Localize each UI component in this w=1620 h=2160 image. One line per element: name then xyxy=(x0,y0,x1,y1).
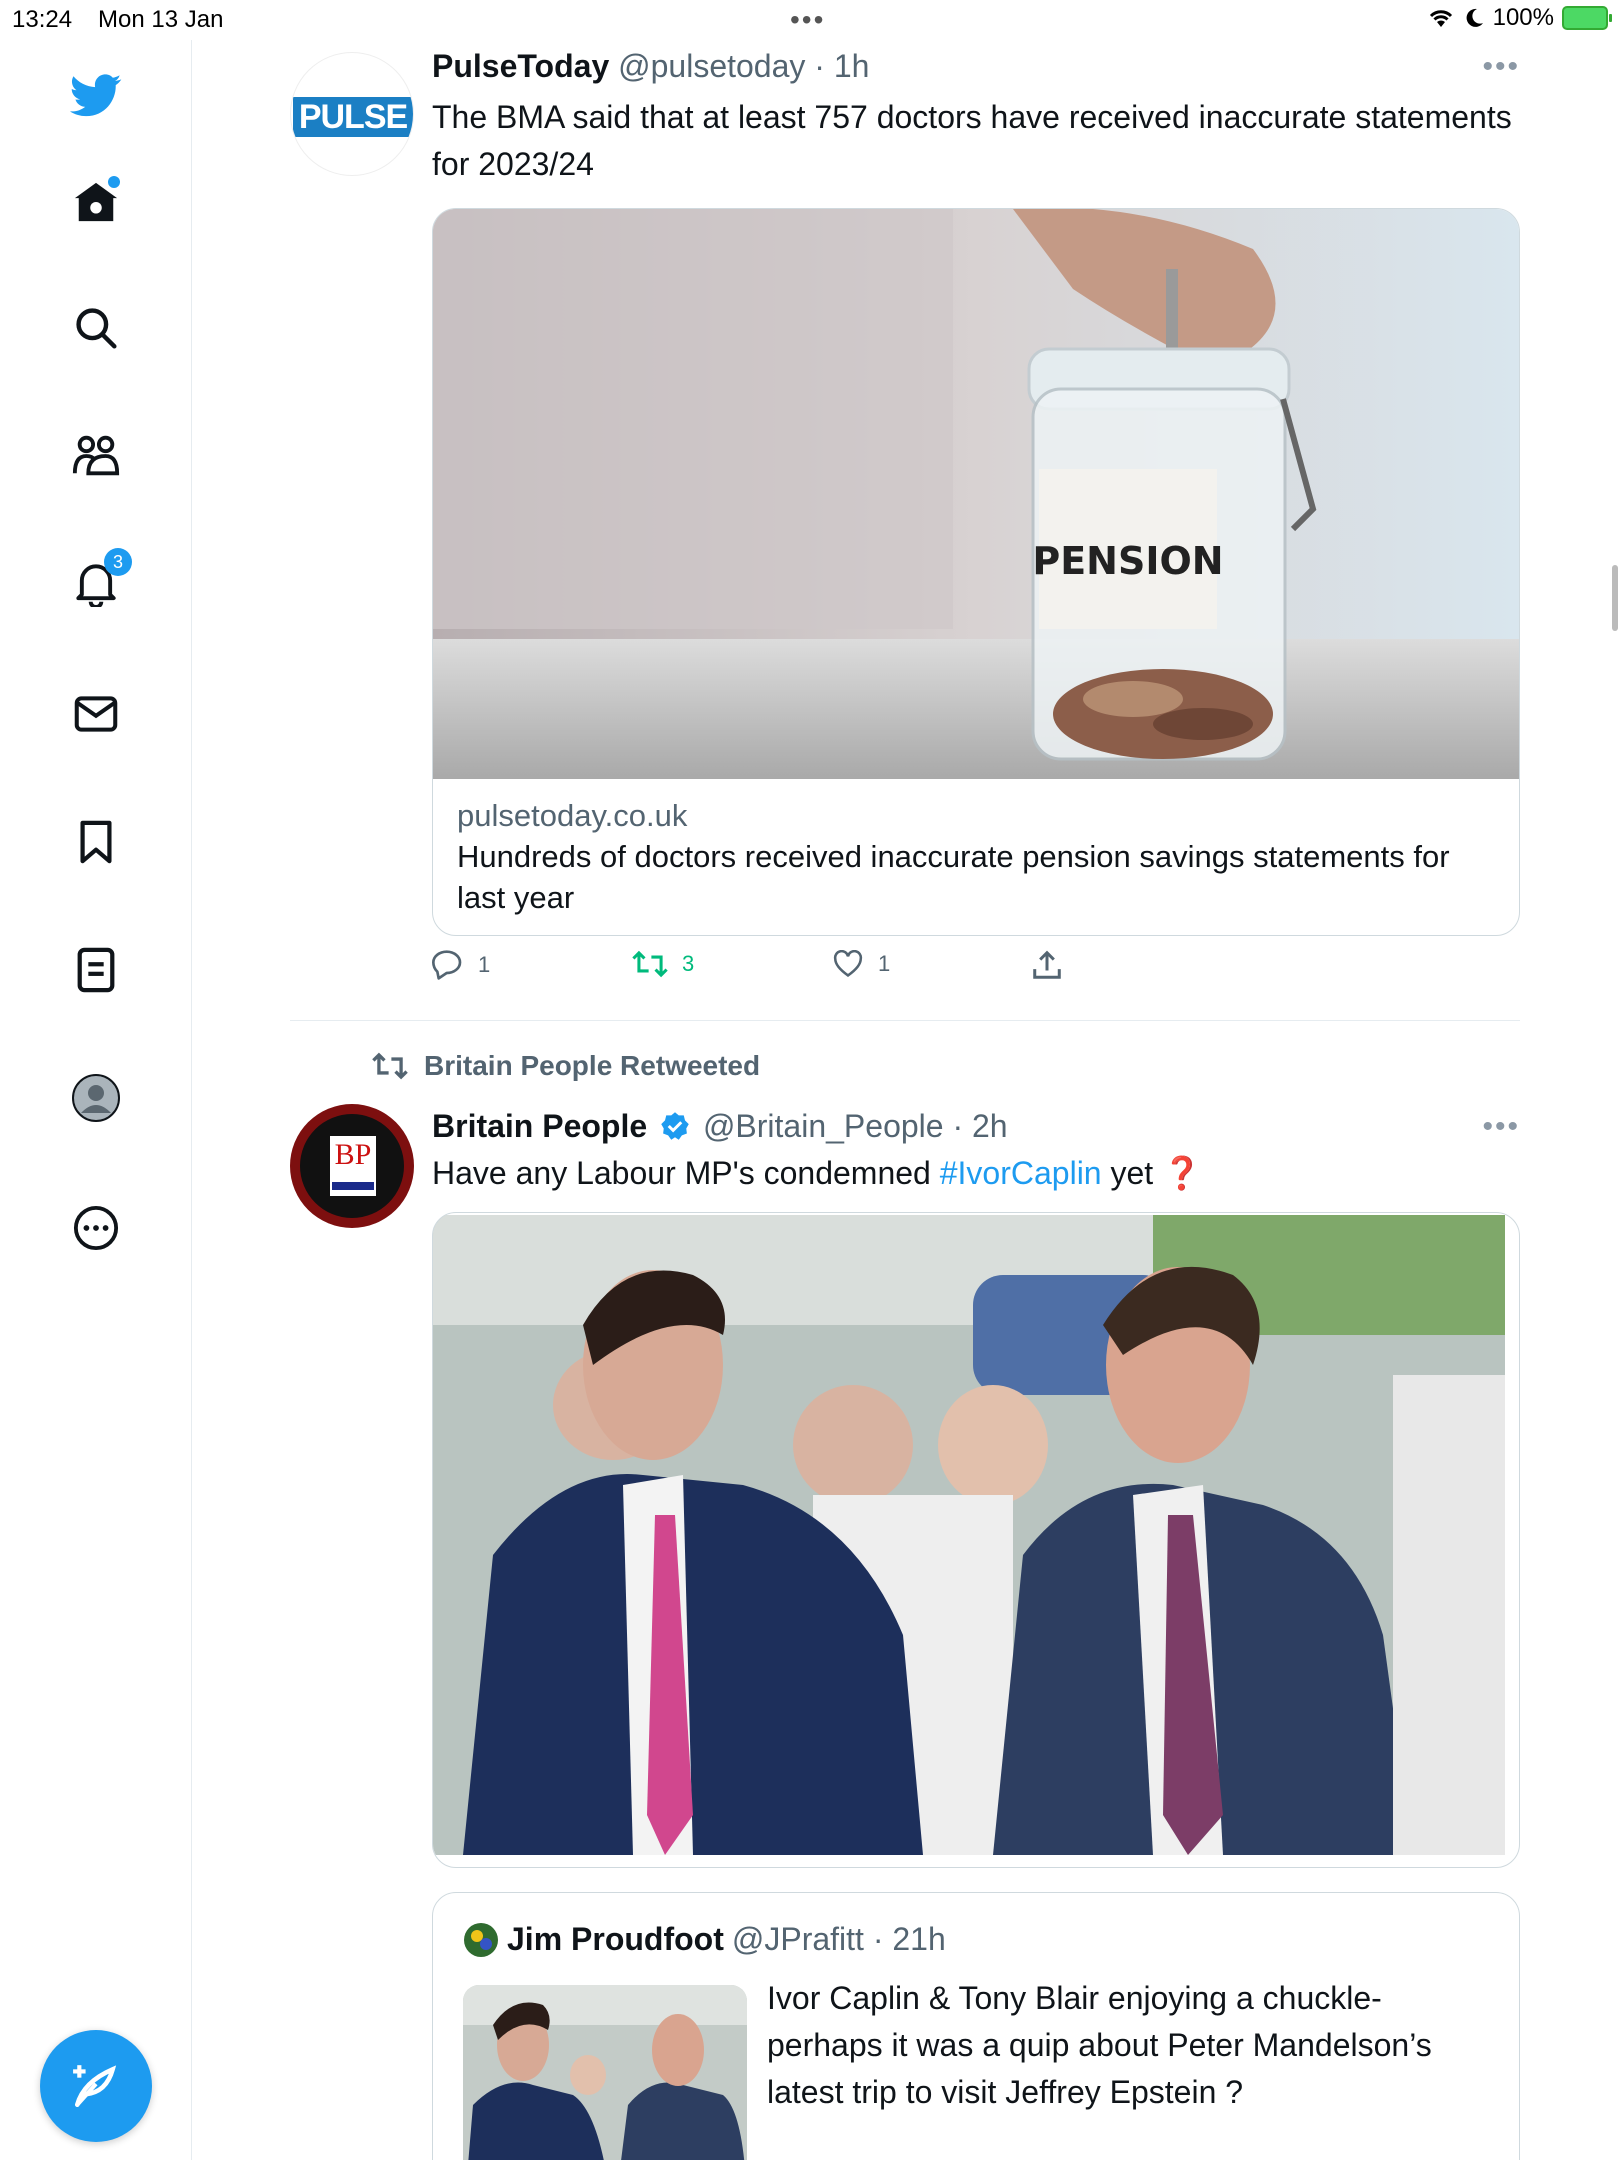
card-domain: pulsetoday.co.uk xyxy=(457,798,688,833)
status-time: 13:24 xyxy=(12,6,73,33)
author-name[interactable]: PulseToday xyxy=(432,48,609,84)
retweeted-by-text[interactable]: Britain People Retweeted xyxy=(424,1050,760,1082)
retweeted-banner: Britain People Retweeted xyxy=(372,1050,760,1082)
link-preview-card[interactable]: PENSION pulsetoday.co.uk Hundreds of doc… xyxy=(432,208,1520,936)
verified-badge-icon xyxy=(661,1112,689,1140)
home-icon[interactable] xyxy=(66,172,126,232)
retweet-count: 3 xyxy=(682,951,695,976)
retweet-icon xyxy=(372,1052,408,1080)
header-separator: · xyxy=(805,48,834,84)
quote-author-handle[interactable]: @JPrafitt · 21h xyxy=(732,1921,946,1958)
card-meta: pulsetoday.co.uk Hundreds of doctors rec… xyxy=(457,795,1497,918)
tweet-text: Have any Labour MP's condemned #IvorCapl… xyxy=(432,1150,1512,1197)
compose-tweet-button[interactable] xyxy=(40,2030,152,2142)
search-icon[interactable] xyxy=(66,298,126,358)
author-handle[interactable]: @Britain_People xyxy=(703,1108,944,1144)
tweet-time[interactable]: 2h xyxy=(972,1108,1008,1144)
tweet-actions: 1 3 1 xyxy=(432,950,1232,994)
quote-thumbnail-image xyxy=(463,1985,747,2160)
tweet-text: The BMA said that at least 757 doctors h… xyxy=(432,99,1512,182)
multitasking-dots-icon[interactable]: ••• xyxy=(790,4,825,36)
quoted-tweet[interactable]: Jim Proudfoot @JPrafitt · 21h Ivor Capli… xyxy=(432,1892,1520,2160)
tweet-more-icon[interactable]: ••• xyxy=(1482,1110,1520,1144)
sidebar: 3 xyxy=(0,40,192,2160)
share-icon xyxy=(1033,950,1061,979)
profile-avatar-icon[interactable] xyxy=(66,1068,126,1128)
lists-icon[interactable] xyxy=(66,940,126,1000)
pension-jar-image: PENSION xyxy=(433,209,1519,779)
quote-author-avatar[interactable] xyxy=(463,1922,499,1958)
tweet-media[interactable] xyxy=(432,1212,1520,1868)
pension-label-text: PENSION xyxy=(1032,539,1223,583)
bp-logo-text: BP xyxy=(334,1138,372,1171)
notifications-badge: 3 xyxy=(104,548,132,576)
retweet-button[interactable]: 3 xyxy=(632,950,694,978)
heart-icon xyxy=(833,950,863,978)
reply-icon xyxy=(432,950,462,980)
quote-header: Jim Proudfoot @JPrafitt · 21h xyxy=(463,1921,946,1958)
quote-text: Ivor Caplin & Tony Blair enjoying a chuc… xyxy=(767,1980,1432,2110)
author-name[interactable]: Britain People xyxy=(432,1108,647,1144)
notifications-icon[interactable]: 3 xyxy=(66,548,132,614)
status-bar: 13:24 Mon 13 Jan ••• 100% xyxy=(0,0,1620,40)
tweet-text-part: Have any Labour MP's condemned xyxy=(432,1155,940,1191)
share-button[interactable] xyxy=(1032,950,1062,980)
tweet-time[interactable]: 1h xyxy=(834,48,870,84)
tweet-divider xyxy=(290,1020,1520,1021)
tweet-header: Britain People @Britain_People · 2h xyxy=(432,1108,1008,1145)
quote-thumbnail[interactable] xyxy=(463,1985,747,2160)
bookmarks-icon[interactable] xyxy=(66,812,126,872)
communities-icon[interactable] xyxy=(66,426,126,486)
reply-button[interactable]: 1 xyxy=(432,950,490,980)
hashtag-link[interactable]: #IvorCaplin xyxy=(940,1155,1102,1191)
wifi-icon xyxy=(1429,10,1452,27)
timeline-feed: PULSE PulseToday @pulsetoday · 1h ••• Th… xyxy=(192,40,1620,2160)
like-button[interactable]: 1 xyxy=(832,950,890,978)
tweet-header: PulseToday @pulsetoday · 1h xyxy=(432,48,869,85)
messages-icon[interactable] xyxy=(66,684,126,744)
quote-author-name[interactable]: Jim Proudfoot xyxy=(507,1921,724,1958)
avatar-pulsetoday[interactable]: PULSE xyxy=(290,52,414,176)
scrollbar[interactable] xyxy=(1612,565,1618,631)
reply-count: 1 xyxy=(478,952,491,977)
card-title: Hundreds of doctors received inaccurate … xyxy=(457,839,1450,915)
retweet-icon xyxy=(632,950,668,978)
tweet-pulsetoday[interactable]: PULSE PulseToday @pulsetoday · 1h ••• Th… xyxy=(290,40,1520,1020)
more-options-icon[interactable] xyxy=(66,1198,126,1258)
like-count: 1 xyxy=(878,951,891,976)
author-handle[interactable]: @pulsetoday xyxy=(618,48,805,84)
pulse-logo: PULSE xyxy=(293,97,413,137)
battery-icon xyxy=(1562,6,1612,30)
battery-percent: 100% xyxy=(1492,4,1554,31)
compose-feather-icon xyxy=(73,2065,117,2108)
header-separator: · xyxy=(943,1108,972,1144)
status-indicators: 100% xyxy=(1427,4,1612,32)
tweet-text-part: yet ❓ xyxy=(1101,1155,1202,1191)
status-date: Mon 13 Jan xyxy=(98,6,224,33)
tweet-more-icon[interactable]: ••• xyxy=(1482,50,1520,84)
twitter-logo-icon[interactable] xyxy=(66,66,126,126)
avatar-britain-people[interactable]: BP xyxy=(290,1104,414,1228)
home-unread-dot xyxy=(108,176,120,188)
tweet-britain-people[interactable]: BP Britain People @Britain_People · 2h •… xyxy=(290,1100,1520,2160)
photo-caplin-blair-image xyxy=(433,1215,1505,1855)
moon-icon xyxy=(1466,8,1483,27)
